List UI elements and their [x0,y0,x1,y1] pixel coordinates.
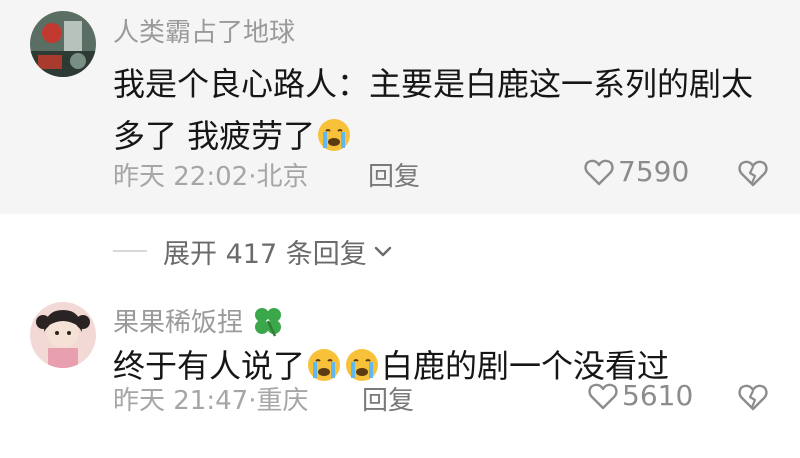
comment-meta: 昨天 21:47·重庆 [113,386,309,416]
expand-replies-row: 展开 417 条回复 [0,214,800,288]
expand-replies-label: 展开 417 条回复 [163,239,367,270]
avatar[interactable] [30,11,96,77]
heart-icon [584,159,614,185]
expand-replies-button[interactable]: 展开 417 条回复 [163,232,393,271]
like-button[interactable]: 5610 [588,379,693,412]
crying-face-icon [308,349,341,381]
username-text[interactable]: 果果稀饭捏 [113,302,243,339]
avatar[interactable] [30,302,96,368]
chevron-down-icon [374,246,391,256]
like-count: 7590 [618,155,690,188]
reply-button[interactable]: 回复 [368,156,420,193]
reply-button[interactable]: 回复 [362,380,414,417]
crying-face-icon [346,349,379,381]
broken-heart-icon[interactable] [738,383,768,411]
divider-line [113,250,147,252]
four-leaf-clover-icon [255,307,282,337]
comment-text-body: 我是个良心路人：主要是白鹿这一系列的剧太多了 我疲劳了 [113,65,754,155]
comment-meta: 昨天 22:02·北京 [113,162,309,192]
username: 果果稀饭捏 [113,302,285,339]
heart-icon [588,383,618,409]
like-count: 5610 [622,379,694,412]
like-button[interactable]: 7590 [584,155,689,188]
comment-item: 人类霸占了地球 我是个良心路人：主要是白鹿这一系列的剧太多了 我疲劳了 昨天 2… [0,0,800,214]
comment-item: 果果稀饭捏 终于有人说了 白鹿的剧一个没看过 昨天 21:47·重庆 回复 56… [0,288,800,458]
comment-text: 我是个良心路人：主要是白鹿这一系列的剧太多了 我疲劳了 [113,58,773,162]
crying-face-icon [318,119,351,151]
username[interactable]: 人类霸占了地球 [113,12,295,49]
broken-heart-icon[interactable] [738,159,768,187]
